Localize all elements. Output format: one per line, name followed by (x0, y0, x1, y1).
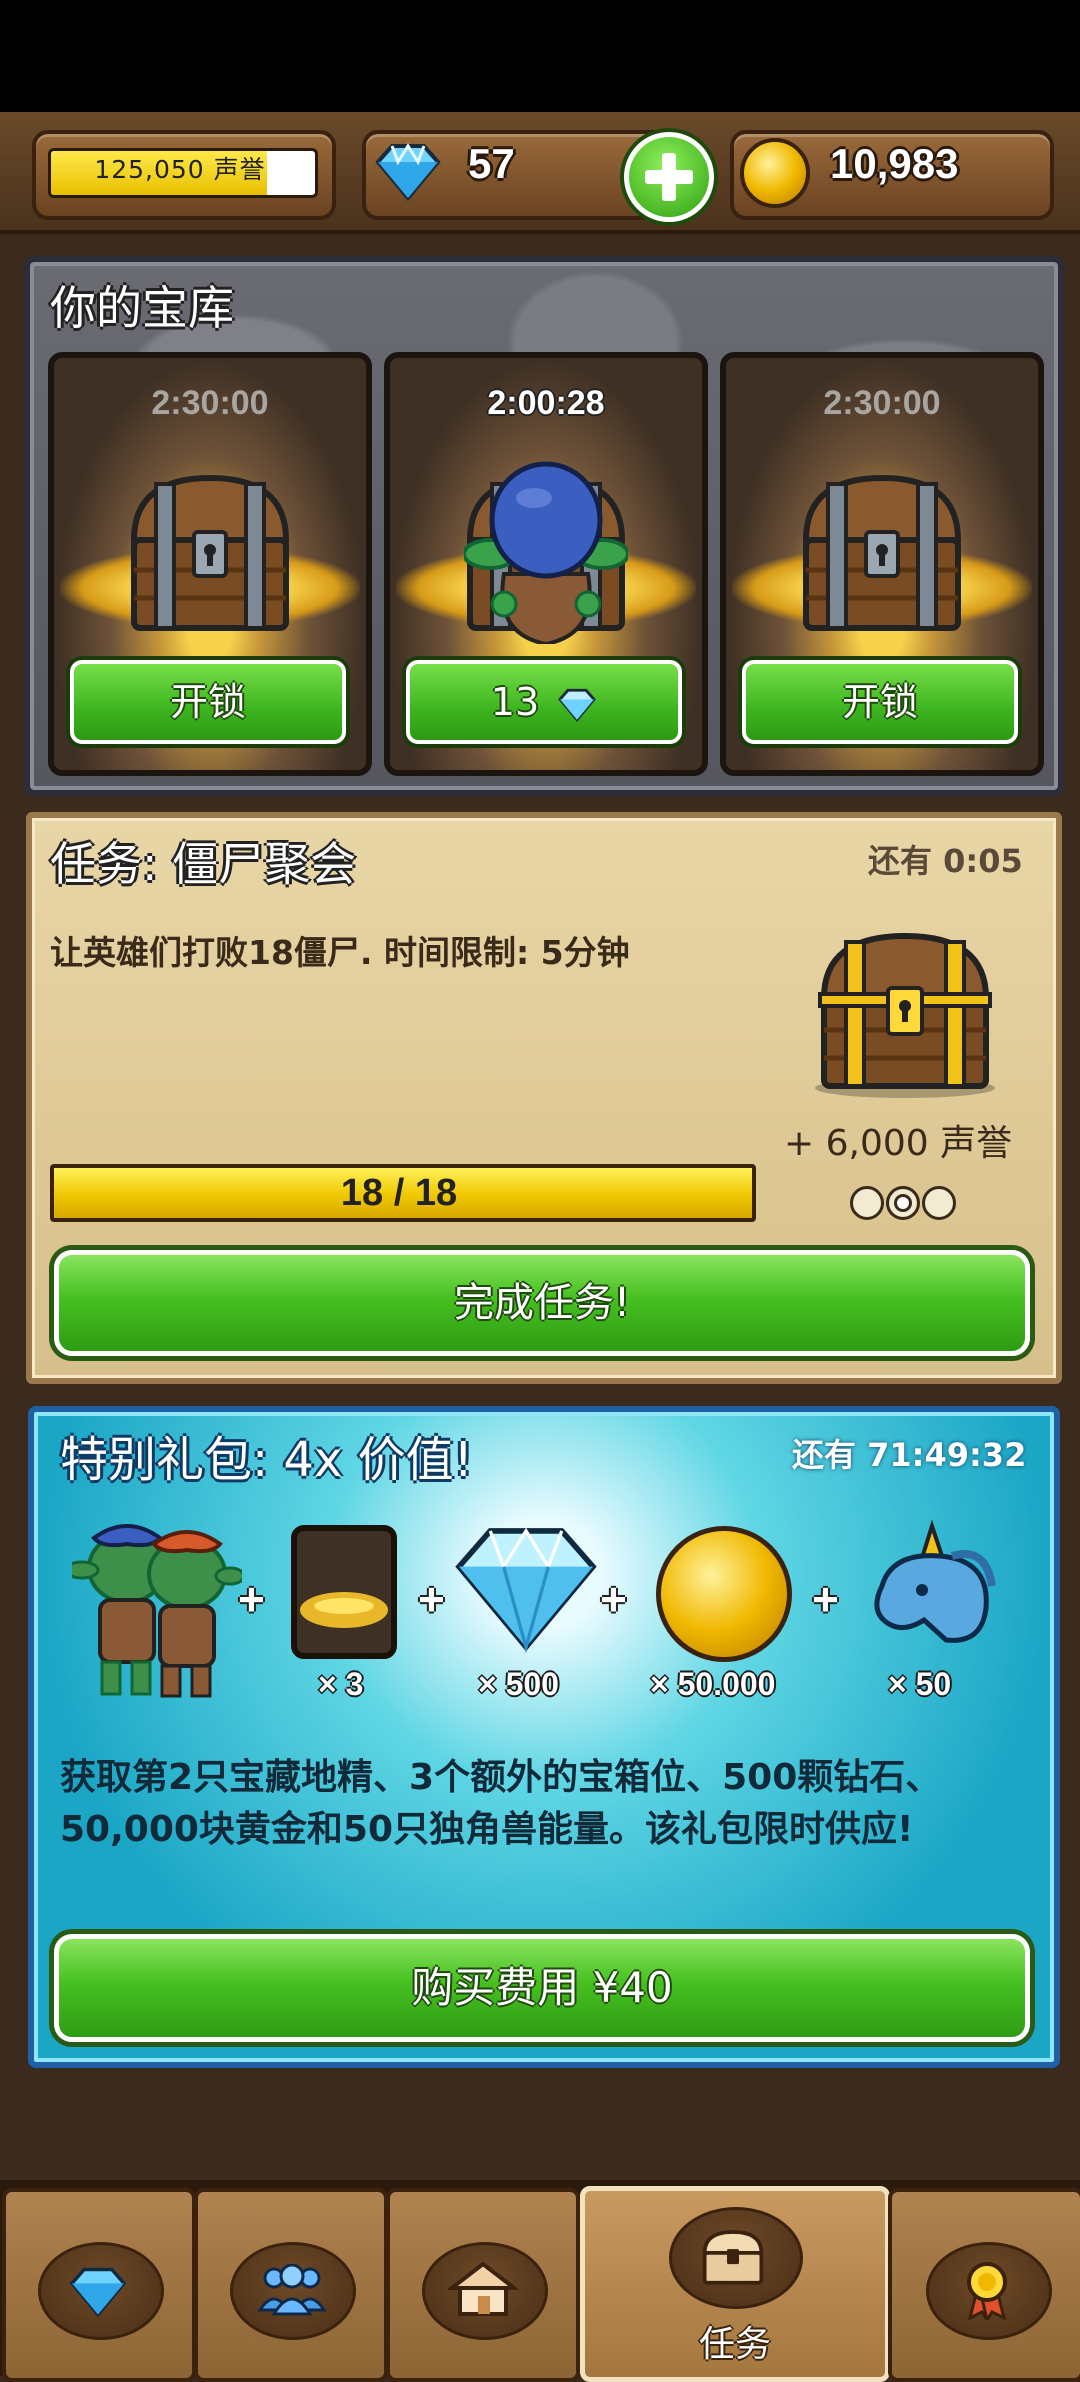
gold-chest-icon (815, 932, 995, 1098)
gold-coin-icon (656, 1526, 792, 1662)
chest-timer: 2:00:28 (487, 384, 605, 422)
quest-reward: + 6,000 声誉 (784, 1123, 1013, 1164)
tab-shop[interactable] (2, 2188, 196, 2382)
reputation-value: 125,050 声誉 (94, 155, 266, 184)
gems-count: 57 (468, 140, 515, 187)
offer-description: 获取第2只宝藏地精、3个额外的宝箱位、500颗钻石、50,000块黄金和50只独… (60, 1757, 942, 1850)
quest-time-left: 还有 0:05 (868, 842, 1023, 880)
gold-count: 10,983 (830, 140, 959, 187)
treasure-chest-icon (802, 474, 962, 631)
vault-title: 你的宝库 (50, 281, 234, 335)
buy-offer-button[interactable]: 购买费用 ¥40 (54, 1934, 1030, 2042)
diamond-icon (69, 2267, 127, 2318)
complete-quest-button[interactable]: 完成任务! (54, 1250, 1030, 1356)
plus-sign: + (418, 1573, 445, 1625)
speedup-cost: 13 (490, 680, 540, 724)
quest-stage-rings (848, 1184, 958, 1220)
diamond-icon (375, 143, 441, 202)
stage-ring (850, 1186, 884, 1220)
goblin-pair-icon (72, 1524, 242, 1698)
tab-heroes[interactable] (194, 2188, 388, 2382)
speedup-gems-button[interactable]: 13 (406, 660, 682, 744)
plus-sign: + (600, 1573, 627, 1625)
treasure-chest-icon (130, 474, 290, 631)
quest-progress-text: 18 / 18 (340, 1172, 458, 1214)
tab-achievements[interactable] (888, 2188, 1080, 2382)
offer-time-left: 还有 71:49:32 (792, 1436, 1027, 1474)
house-icon (448, 2261, 518, 2316)
medal-icon (967, 2262, 1007, 2320)
chest-timer: 2:30:00 (823, 384, 941, 422)
chest-slot-1[interactable]: 2:30:00 开锁 (48, 352, 372, 776)
chest-timer: 2:30:00 (151, 384, 269, 422)
offer-qty: × 50.000 (650, 1666, 776, 1702)
diamond-icon (455, 1527, 597, 1654)
stage-ring (922, 1186, 956, 1220)
offer-qty: × 500 (478, 1666, 559, 1702)
tab-home[interactable] (386, 2188, 580, 2382)
chest-icon (702, 2230, 764, 2285)
unlock-button[interactable]: 开锁 (70, 660, 346, 744)
unlock-button[interactable]: 开锁 (742, 660, 1018, 744)
offer-title: 特别礼包: 4x 价值! (60, 1432, 473, 1488)
gold-coin-icon (740, 138, 810, 208)
tab-quests-label: 任务 (698, 2324, 771, 2365)
stage-ring (886, 1186, 920, 1220)
tab-quests[interactable]: 任务 (580, 2186, 890, 2382)
quest-description: 让英雄们打败18僵尸. 时间限制: 5分钟 (50, 933, 630, 972)
status-bar (0, 0, 1080, 112)
quest-title: 任务: 僵尸聚会 (50, 837, 357, 891)
unicorn-icon (874, 1519, 996, 1643)
plus-sign: + (812, 1573, 839, 1625)
add-gems-button[interactable] (624, 132, 714, 222)
chest-slot-2[interactable]: 2:00:28 13 (384, 352, 708, 776)
chest-slot-card-icon (291, 1525, 397, 1659)
heroes-icon (257, 2264, 327, 2316)
offer-qty: × 50 (888, 1666, 952, 1702)
offer-qty: × 3 (318, 1666, 364, 1702)
diamond-icon (558, 688, 597, 722)
plus-sign: + (238, 1573, 265, 1625)
goblin-icon (464, 461, 628, 644)
chest-slot-3[interactable]: 2:30:00 开锁 (720, 352, 1044, 776)
